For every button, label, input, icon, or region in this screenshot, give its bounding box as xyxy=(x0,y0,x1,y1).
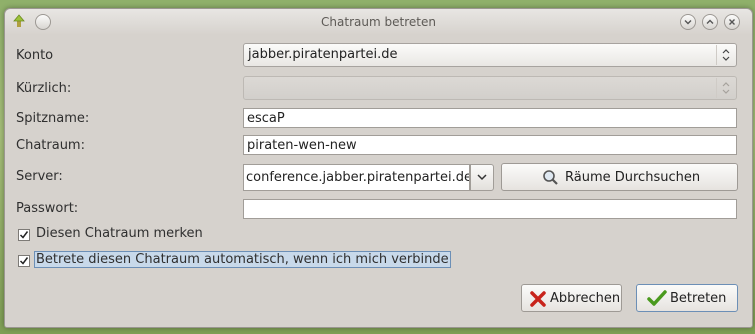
join-label: Betreten xyxy=(670,291,727,306)
password-label: Passwort: xyxy=(16,201,79,216)
server-dropdown-button[interactable] xyxy=(470,164,494,191)
password-input[interactable] xyxy=(243,199,737,219)
cancel-label: Abbrechen xyxy=(550,291,621,306)
nickname-value: escaP xyxy=(247,111,285,126)
maximize-icon[interactable] xyxy=(702,14,718,30)
cancel-button[interactable]: Abbrechen xyxy=(521,284,622,312)
remember-room-label[interactable]: Diesen Chatraum merken xyxy=(36,226,203,241)
account-value: jabber.piratenpartei.de xyxy=(248,47,398,62)
recent-label: Kürzlich: xyxy=(16,81,72,96)
autojoin-checkbox[interactable] xyxy=(18,255,30,267)
window-title: Chatraum betreten xyxy=(321,15,436,29)
join-chat-dialog: Chatraum betreten Konto jabber.piratenpa… xyxy=(4,8,753,328)
checkmark-icon xyxy=(19,231,29,239)
close-icon[interactable] xyxy=(724,14,740,30)
account-label: Konto xyxy=(16,48,54,63)
checkmark-icon xyxy=(19,257,29,265)
room-value: piraten-wen-new xyxy=(247,138,357,153)
nickname-label: Spitzname: xyxy=(16,111,90,126)
minimize-icon[interactable] xyxy=(680,14,696,30)
checkmark-icon xyxy=(647,290,667,312)
autojoin-label[interactable]: Betrete diesen Chatraum automatisch, wen… xyxy=(34,251,451,268)
chevron-down-icon xyxy=(477,174,487,181)
recent-select[interactable] xyxy=(243,76,737,100)
title-bar: Chatraum betreten xyxy=(5,9,752,35)
browse-rooms-button[interactable]: Räume Durchsuchen xyxy=(501,163,738,191)
browse-rooms-label: Räume Durchsuchen xyxy=(565,170,701,185)
updown-icon xyxy=(716,78,735,98)
account-select[interactable]: jabber.piratenpartei.de xyxy=(243,43,737,67)
join-button[interactable]: Betreten xyxy=(636,284,738,312)
room-input[interactable]: piraten-wen-new xyxy=(243,135,737,155)
room-label: Chatraum: xyxy=(16,138,85,153)
server-value: conference.jabber.piratenpartei.de xyxy=(246,170,470,185)
nickname-input[interactable]: escaP xyxy=(243,108,737,128)
updown-icon xyxy=(716,45,735,65)
remember-room-checkbox[interactable] xyxy=(18,229,30,241)
server-input[interactable]: conference.jabber.piratenpartei.de xyxy=(243,164,470,191)
server-label: Server: xyxy=(16,169,63,184)
cancel-x-icon xyxy=(529,290,547,312)
search-icon xyxy=(542,169,559,190)
